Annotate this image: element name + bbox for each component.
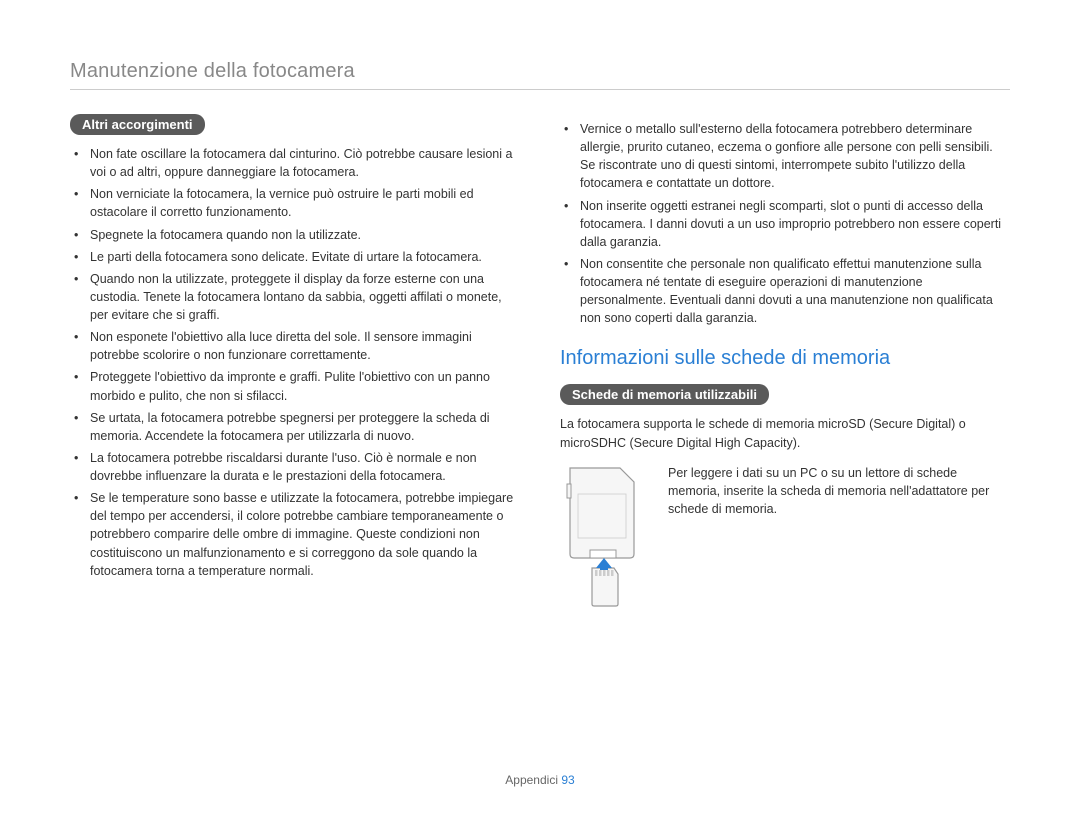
page: Manutenzione della fotocamera Altri acco… xyxy=(0,0,1080,815)
list-item: Non esponete l'obiettivo alla luce diret… xyxy=(88,328,520,364)
list-item: Non verniciate la fotocamera, la vernice… xyxy=(88,185,520,221)
sd-card-illustration xyxy=(560,464,650,614)
pill-altri-accorgimenti: Altri accorgimenti xyxy=(70,114,205,135)
footer-label: Appendici xyxy=(505,773,558,787)
footer-page-number: 93 xyxy=(561,773,574,787)
left-list: Non fate oscillare la fotocamera dal cin… xyxy=(70,145,520,580)
list-item: Non inserite oggetti estranei negli scom… xyxy=(578,197,1010,251)
list-item: Non fate oscillare la fotocamera dal cin… xyxy=(88,145,520,181)
list-item: Non consentite che personale non qualifi… xyxy=(578,255,1010,328)
pill-schede-utilizzabili: Schede di memoria utilizzabili xyxy=(560,384,769,405)
list-item: Vernice o metallo sull'esterno della fot… xyxy=(578,120,1010,193)
left-column: Altri accorgimenti Non fate oscillare la… xyxy=(70,114,520,614)
memory-supported-text: La fotocamera supporta le schede di memo… xyxy=(560,415,1010,451)
content-columns: Altri accorgimenti Non fate oscillare la… xyxy=(70,114,1010,614)
list-item: Le parti della fotocamera sono delicate.… xyxy=(88,248,520,266)
list-item: Se le temperature sono basse e utilizzat… xyxy=(88,489,520,580)
list-item: Spegnete la fotocamera quando non la uti… xyxy=(88,226,520,244)
memory-block: Per leggere i dati su un PC o su un lett… xyxy=(560,464,1010,614)
right-column: Vernice o metallo sull'esterno della fot… xyxy=(560,114,1010,614)
list-item: Proteggete l'obiettivo da impronte e gra… xyxy=(88,368,520,404)
list-item: Se urtata, la fotocamera potrebbe spegne… xyxy=(88,409,520,445)
page-title: Manutenzione della fotocamera xyxy=(70,60,1010,90)
list-item: Quando non la utilizzate, proteggete il … xyxy=(88,270,520,324)
sd-instruction-text: Per leggere i dati su un PC o su un lett… xyxy=(668,464,1010,518)
section-heading-memory: Informazioni sulle schede di memoria xyxy=(560,347,1010,370)
list-item: La fotocamera potrebbe riscaldarsi duran… xyxy=(88,449,520,485)
footer: Appendici 93 xyxy=(0,773,1080,787)
right-cont-list: Vernice o metallo sull'esterno della fot… xyxy=(560,120,1010,327)
